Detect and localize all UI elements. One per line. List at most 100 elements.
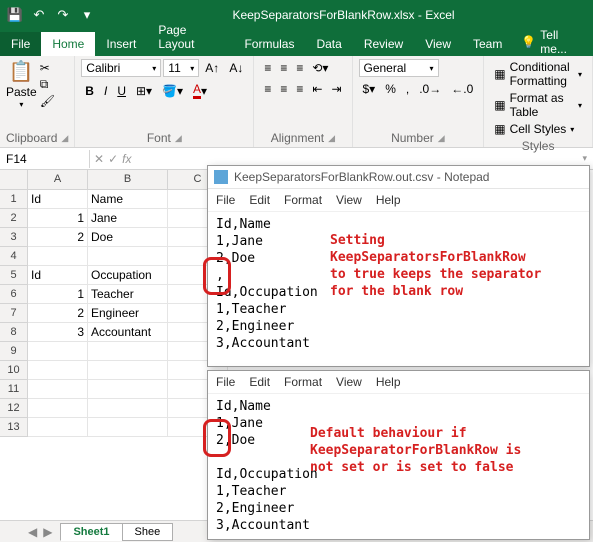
cell[interactable]	[88, 361, 168, 380]
increase-decimal-icon[interactable]: .0→	[415, 80, 445, 98]
cell[interactable]	[88, 399, 168, 418]
number-format-select[interactable]: General▾	[359, 59, 439, 77]
decrease-decimal-icon[interactable]: ←.0	[447, 80, 477, 98]
cell[interactable]: 2	[28, 228, 88, 247]
undo-icon[interactable]: ↶	[28, 4, 50, 26]
cell[interactable]: Teacher	[88, 285, 168, 304]
dialog-launcher-icon[interactable]: ◢	[175, 133, 182, 144]
row-header[interactable]: 12	[0, 399, 28, 418]
align-top-icon[interactable]: ≡	[260, 59, 275, 77]
tab-team[interactable]: Team	[462, 32, 513, 56]
menu-edit[interactable]: Edit	[249, 375, 270, 389]
enter-icon[interactable]: ✓	[108, 152, 118, 166]
menu-view[interactable]: View	[336, 375, 362, 389]
cell[interactable]	[28, 247, 88, 266]
font-name-select[interactable]: Calibri▾	[81, 59, 161, 77]
name-box[interactable]: F14	[0, 150, 90, 168]
col-header[interactable]: A	[28, 170, 88, 190]
font-color-icon[interactable]: A▾	[189, 80, 211, 101]
cut-icon[interactable]: ✂	[40, 61, 55, 75]
bold-button[interactable]: B	[81, 82, 98, 100]
cell[interactable]: Engineer	[88, 304, 168, 323]
align-right-icon[interactable]: ≡	[292, 80, 307, 98]
increase-font-icon[interactable]: A↑	[201, 59, 223, 77]
expand-formula-bar-icon[interactable]: ▾	[576, 153, 593, 164]
cell[interactable]: Id	[28, 190, 88, 209]
orientation-icon[interactable]: ⟲▾	[308, 59, 332, 77]
cell[interactable]	[28, 399, 88, 418]
cell[interactable]	[28, 380, 88, 399]
cell[interactable]: 3	[28, 323, 88, 342]
tab-formulas[interactable]: Formulas	[233, 32, 305, 56]
row-header[interactable]: 6	[0, 285, 28, 304]
cell[interactable]	[88, 380, 168, 399]
indent-increase-icon[interactable]: ⇥	[327, 80, 345, 98]
dialog-launcher-icon[interactable]: ◢	[61, 133, 68, 144]
cell[interactable]: Jane	[88, 209, 168, 228]
align-center-icon[interactable]: ≡	[276, 80, 291, 98]
menu-help[interactable]: Help	[376, 193, 401, 207]
conditional-formatting-button[interactable]: ▦Conditional Formatting▾	[490, 59, 586, 89]
paste-button[interactable]: 📋 Paste ▾	[6, 59, 37, 109]
cell-styles-button[interactable]: ▦Cell Styles▾	[490, 121, 586, 137]
comma-icon[interactable]: ,	[402, 80, 413, 98]
menu-file[interactable]: File	[216, 193, 235, 207]
sheet-tab[interactable]: Sheet1	[60, 523, 122, 541]
row-header[interactable]: 2	[0, 209, 28, 228]
cell[interactable]: Id	[28, 266, 88, 285]
menu-file[interactable]: File	[216, 375, 235, 389]
sheet-nav-prev-icon[interactable]: ◀	[28, 525, 37, 539]
tab-review[interactable]: Review	[353, 32, 414, 56]
border-icon[interactable]: ⊞▾	[132, 82, 156, 100]
redo-icon[interactable]: ↷	[52, 4, 74, 26]
tab-view[interactable]: View	[414, 32, 462, 56]
align-bottom-icon[interactable]: ≡	[292, 59, 307, 77]
tab-data[interactable]: Data	[305, 32, 352, 56]
save-icon[interactable]: 💾	[4, 4, 26, 26]
tab-insert[interactable]: Insert	[95, 32, 147, 56]
col-header[interactable]: B	[88, 170, 168, 190]
cell[interactable]	[88, 418, 168, 437]
cell[interactable]	[88, 247, 168, 266]
cell[interactable]	[28, 342, 88, 361]
decrease-font-icon[interactable]: A↓	[225, 59, 247, 77]
row-header[interactable]: 1	[0, 190, 28, 209]
sheet-tab[interactable]: Shee	[122, 523, 174, 541]
menu-help[interactable]: Help	[376, 375, 401, 389]
cell[interactable]: Name	[88, 190, 168, 209]
row-header[interactable]: 13	[0, 418, 28, 437]
sheet-nav-next-icon[interactable]: ▶	[43, 525, 52, 539]
select-all-corner[interactable]	[0, 170, 28, 190]
cell[interactable]: Occupation	[88, 266, 168, 285]
tell-me-search[interactable]: 💡Tell me...	[513, 28, 593, 56]
cell[interactable]	[28, 361, 88, 380]
row-header[interactable]: 8	[0, 323, 28, 342]
cancel-icon[interactable]: ✕	[94, 152, 104, 166]
copy-icon[interactable]: ⧉	[40, 77, 55, 92]
menu-format[interactable]: Format	[284, 375, 322, 389]
cell[interactable]: Accountant	[88, 323, 168, 342]
menu-edit[interactable]: Edit	[249, 193, 270, 207]
tab-page-layout[interactable]: Page Layout	[147, 18, 233, 56]
formula-bar[interactable]	[135, 157, 576, 161]
row-header[interactable]: 4	[0, 247, 28, 266]
format-painter-icon[interactable]: 🖌	[40, 94, 55, 108]
row-header[interactable]: 7	[0, 304, 28, 323]
underline-button[interactable]: U	[113, 82, 130, 100]
menu-format[interactable]: Format	[284, 193, 322, 207]
align-left-icon[interactable]: ≡	[260, 80, 275, 98]
font-size-select[interactable]: 11▾	[163, 59, 199, 77]
row-header[interactable]: 9	[0, 342, 28, 361]
cell[interactable]: 1	[28, 285, 88, 304]
row-header[interactable]: 5	[0, 266, 28, 285]
dialog-launcher-icon[interactable]: ◢	[328, 133, 335, 144]
italic-button[interactable]: I	[100, 82, 111, 100]
cell[interactable]: Doe	[88, 228, 168, 247]
cell[interactable]	[88, 342, 168, 361]
align-middle-icon[interactable]: ≡	[276, 59, 291, 77]
format-as-table-button[interactable]: ▦Format as Table▾	[490, 90, 586, 120]
row-header[interactable]: 10	[0, 361, 28, 380]
fx-icon[interactable]: fx	[122, 152, 131, 166]
cell[interactable]: 1	[28, 209, 88, 228]
dialog-launcher-icon[interactable]: ◢	[438, 133, 445, 144]
